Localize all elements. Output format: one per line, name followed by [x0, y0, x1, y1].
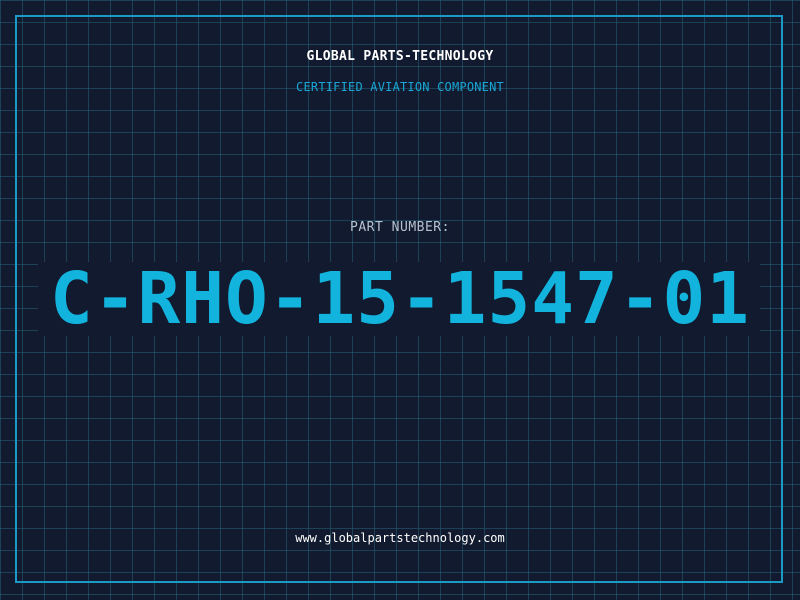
- company-name: GLOBAL PARTS-TECHNOLOGY: [306, 49, 494, 64]
- part-number-label: PART NUMBER:: [350, 220, 450, 235]
- certification-subtitle: CERTIFIED AVIATION COMPONENT: [296, 80, 504, 94]
- website-url: www.globalpartstechnology.com: [295, 531, 505, 545]
- part-number-value: C-RHO-15-1547-01: [50, 257, 750, 340]
